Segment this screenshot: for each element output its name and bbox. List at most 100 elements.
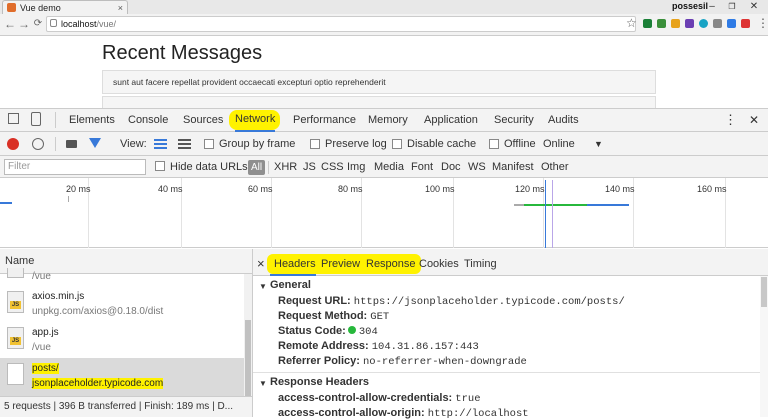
header-row: access-control-allow-credentials: true: [278, 392, 481, 405]
header-value: 304: [358, 326, 378, 338]
timeline-tick: 100 ms: [425, 184, 455, 194]
extension-drive-icon[interactable]: [727, 19, 736, 28]
tab-application[interactable]: Application: [424, 108, 478, 132]
maximize-button[interactable]: ❐: [722, 0, 742, 14]
device-toolbar-icon[interactable]: [31, 112, 41, 126]
url-host: localhost: [61, 19, 97, 29]
divider: [55, 137, 56, 151]
filter-type-ws[interactable]: WS: [468, 156, 486, 178]
scrollbar-thumb[interactable]: [761, 277, 767, 307]
disable-cache-label: Disable cache: [407, 138, 477, 150]
tab-elements[interactable]: Elements: [69, 108, 115, 132]
browser-tab[interactable]: Vue demo ×: [2, 0, 128, 14]
header-value: https://jsonplaceholder.typicode.com/pos…: [353, 296, 625, 308]
chevron-down-icon[interactable]: ▼: [594, 132, 603, 156]
expand-triangle-icon[interactable]: ▼: [259, 379, 267, 388]
tab-audits[interactable]: Audits: [548, 108, 579, 132]
tab-preview[interactable]: Preview: [321, 249, 360, 276]
filter-type-all[interactable]: All: [248, 160, 265, 175]
inspect-element-icon[interactable]: [8, 113, 19, 124]
header-value: true: [455, 393, 481, 405]
tab-headers[interactable]: Headers: [274, 249, 316, 276]
filter-type-other[interactable]: Other: [541, 156, 569, 178]
tab-close-icon[interactable]: ×: [118, 3, 123, 13]
request-path: jsonplaceholder.typicode.com: [32, 378, 164, 389]
extension-vue-icon[interactable]: [643, 19, 652, 28]
close-window-button[interactable]: ✕: [744, 0, 764, 14]
header-row: Request Method: GET: [278, 310, 389, 323]
header-value: http://localhost: [427, 408, 529, 420]
extension-icon[interactable]: [685, 19, 694, 28]
clear-icon[interactable]: [32, 138, 44, 150]
filter-type-img[interactable]: Img: [347, 156, 365, 178]
page-info-icon[interactable]: [50, 19, 57, 27]
tab-security[interactable]: Security: [494, 108, 534, 132]
forward-button[interactable]: →: [17, 15, 31, 33]
request-path: /vue: [32, 342, 51, 353]
js-file-icon: JS: [7, 327, 24, 349]
preserve-log-checkbox[interactable]: [310, 139, 320, 149]
group-by-frame-checkbox[interactable]: [204, 139, 214, 149]
file-icon: [7, 268, 24, 278]
general-section-title[interactable]: General: [270, 279, 311, 291]
browser-menu-icon[interactable]: ⋮: [757, 16, 768, 30]
filter-input[interactable]: Filter: [4, 159, 146, 175]
extension-icon[interactable]: [699, 19, 708, 28]
extension-icon[interactable]: [657, 19, 666, 28]
overview-icon[interactable]: [178, 139, 191, 149]
reload-button[interactable]: ⟳: [31, 15, 45, 33]
extension-icon[interactable]: [671, 19, 680, 28]
url-input[interactable]: localhost/vue/: [46, 16, 636, 32]
header-row: access-control-allow-origin: http://loca…: [278, 407, 529, 420]
devtools-menu-icon[interactable]: ⋮: [724, 108, 737, 132]
filter-type-xhr[interactable]: XHR: [274, 156, 297, 178]
throttling-select[interactable]: Online: [543, 132, 575, 156]
extension-icon[interactable]: [713, 19, 722, 28]
filter-type-font[interactable]: Font: [411, 156, 433, 178]
filter-type-css[interactable]: CSS: [321, 156, 344, 178]
filter-type-manifest[interactable]: Manifest: [492, 156, 534, 178]
bookmark-star-icon[interactable]: ☆: [626, 16, 637, 30]
response-headers-section-title[interactable]: Response Headers: [270, 376, 369, 388]
timeline-bar: [68, 196, 69, 202]
tab-cookies[interactable]: Cookies: [419, 249, 459, 276]
scrollbar-thumb[interactable]: [245, 320, 251, 396]
hide-data-urls-checkbox[interactable]: [155, 161, 165, 171]
minimize-button[interactable]: –: [702, 0, 722, 14]
url-path: /vue/: [96, 19, 117, 29]
filter-type-doc[interactable]: Doc: [441, 156, 461, 178]
close-details-icon[interactable]: ×: [257, 249, 265, 276]
tab-response[interactable]: Response: [366, 249, 416, 276]
large-rows-icon[interactable]: [154, 139, 167, 149]
favicon-icon: [7, 3, 16, 12]
extension-icon[interactable]: [741, 19, 750, 28]
devtools-close-icon[interactable]: ✕: [749, 108, 759, 132]
network-summary: 5 requests | 396 B transferred | Finish:…: [0, 396, 252, 417]
tab-network[interactable]: Network: [235, 108, 276, 132]
disable-cache-checkbox[interactable]: [392, 139, 402, 149]
expand-triangle-icon[interactable]: ▼: [259, 282, 267, 291]
tab-timing[interactable]: Timing: [464, 249, 497, 276]
timeline-bar: [524, 204, 587, 206]
request-name: app.js: [32, 327, 59, 338]
tab-performance[interactable]: Performance: [293, 108, 356, 132]
filter-type-media[interactable]: Media: [374, 156, 404, 178]
tab-console[interactable]: Console: [128, 108, 168, 132]
tab-sources[interactable]: Sources: [183, 108, 223, 132]
timeline-overview[interactable]: [0, 178, 768, 248]
filter-icon[interactable]: [89, 138, 101, 148]
back-button[interactable]: ←: [3, 15, 17, 33]
capture-screenshots-icon[interactable]: [66, 140, 77, 148]
request-name: posts/: [32, 363, 59, 374]
tab-memory[interactable]: Memory: [368, 108, 408, 132]
header-value: GET: [370, 311, 390, 323]
offline-checkbox[interactable]: [489, 139, 499, 149]
record-icon[interactable]: [7, 138, 19, 150]
header-key: Remote Address:: [278, 340, 369, 352]
timeline-bar: [514, 204, 524, 206]
divider: [253, 372, 760, 373]
header-row: Remote Address: 104.31.86.157:443: [278, 340, 479, 353]
divider: [55, 112, 56, 128]
filter-type-js[interactable]: JS: [303, 156, 316, 178]
timeline-tick: 20 ms: [66, 184, 91, 194]
